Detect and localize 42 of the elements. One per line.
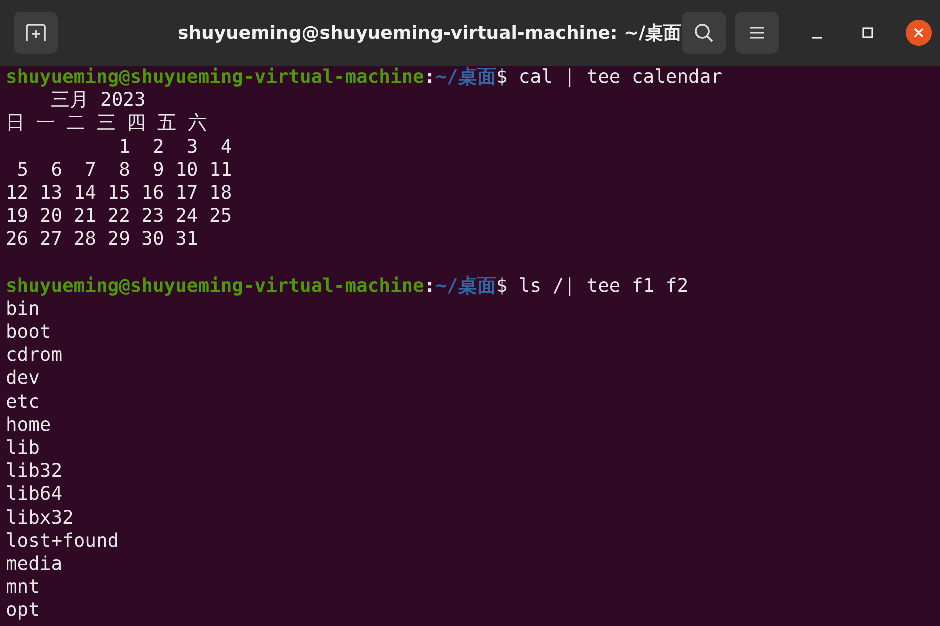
minimize-icon	[810, 37, 823, 39]
output-line: 12 13 14 15 16 17 18	[6, 182, 232, 204]
menu-icon	[748, 26, 765, 40]
output-line: 1 2 3 4	[118, 136, 232, 158]
output-line: 5 6 7 8 9 10 11	[16, 160, 232, 181]
output-line: lost+found	[6, 530, 120, 552]
close-icon	[912, 27, 925, 39]
maximize-icon	[862, 27, 874, 39]
output-line: mnt	[6, 577, 40, 598]
prompt-user-host: shuyueming@shuyueming-virtual-machine	[6, 276, 424, 297]
new-tab-icon	[26, 24, 46, 42]
output-line: dev	[6, 368, 40, 390]
search-icon	[694, 23, 714, 43]
output-line: bin	[6, 298, 40, 320]
output-line: libx32	[6, 508, 74, 529]
command-text: ls /| tee f1 f2	[518, 276, 689, 297]
search-button[interactable]	[682, 12, 726, 54]
prompt-path: ~/桌面	[436, 276, 496, 297]
prompt-symbol: $	[496, 67, 508, 88]
new-tab-button[interactable]	[14, 12, 58, 54]
prompt-separator: :	[424, 276, 436, 297]
output-line: etc	[6, 392, 40, 413]
prompt-separator: :	[424, 67, 436, 88]
output-line: 三月 2023	[50, 90, 146, 112]
command-text: cal | tee calendar	[518, 67, 722, 88]
menu-button[interactable]	[734, 12, 779, 54]
output-line: 26 27 28 29 30 31	[6, 229, 198, 250]
output-line: 19 20 21 22 23 24 25	[6, 206, 232, 228]
output-line: 日 一 二 三 四 五 六	[6, 113, 207, 134]
output-line: opt	[6, 600, 40, 622]
output-line: home	[6, 414, 52, 436]
output-line: media	[6, 554, 63, 575]
window-title: shuyueming@shuyueming-virtual-machine: ~/桌面	[177, 22, 682, 45]
prompt-symbol: $	[496, 276, 508, 297]
output-line: lib32	[6, 461, 63, 482]
prompt-path: ~/桌面	[436, 67, 496, 88]
prompt-user-host: shuyueming@shuyueming-virtual-machine	[6, 67, 424, 88]
output-line: lib	[6, 438, 40, 459]
output-line: boot	[6, 322, 52, 344]
output-line: lib64	[6, 484, 63, 506]
output-line: cdrom	[6, 345, 63, 366]
close-button[interactable]	[906, 20, 932, 46]
